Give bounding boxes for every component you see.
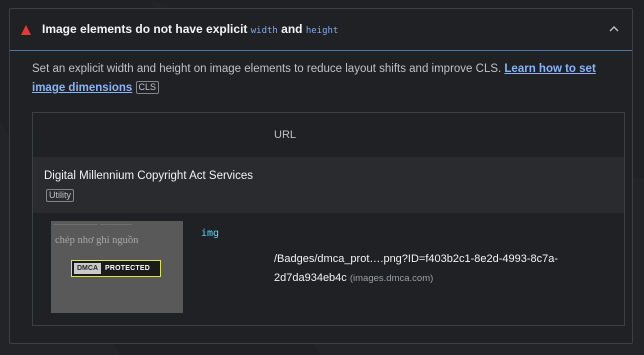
audit-description: Set an explicit width and height on imag…	[32, 60, 617, 98]
table-header: URL	[33, 113, 624, 157]
node-label[interactable]: img	[201, 228, 219, 239]
audit-title-and: and	[277, 22, 306, 36]
code-width: width	[250, 26, 278, 36]
audit-title-prefix: Image elements do not have explicit	[42, 22, 251, 36]
audit-header[interactable]: Image elements do not have explicit widt…	[10, 9, 632, 51]
url-domain: (images.dmca.com)	[349, 273, 434, 284]
details-table: URL Digital Millennium Copyright Act Ser…	[32, 112, 625, 326]
url-line-2: 2d7da934eb4c	[274, 272, 347, 284]
description-text: Set an explicit width and height on imag…	[32, 63, 505, 75]
code-height: height	[305, 26, 339, 36]
warning-triangle-icon	[21, 25, 31, 35]
url-line-1: /Badges/dmca_prot….png?ID=f403b2c1-8e2d-…	[274, 253, 559, 265]
thumbnail-caption: chép nhơ ghi nguồn	[55, 235, 139, 246]
image-thumbnail[interactable]: ─────── ───── chép nhơ ghi nguồn DMCA PR…	[51, 221, 183, 313]
entity-name: Digital Millennium Copyright Act Service…	[44, 170, 253, 182]
url-column-header: URL	[274, 129, 297, 141]
dmca-badge-left: DMCA	[74, 263, 101, 274]
chevron-up-icon[interactable]	[608, 23, 620, 35]
dmca-badge: DMCA PROTECTED	[71, 260, 161, 277]
entity-row: Digital Millennium Copyright Act Service…	[33, 157, 624, 213]
dmca-badge-right: PROTECTED	[105, 265, 150, 272]
audit-title: Image elements do not have explicit widt…	[42, 22, 338, 36]
resource-url[interactable]: /Badges/dmca_prot….png?ID=f403b2c1-8e2d-…	[274, 250, 614, 288]
thumbnail-faint-text: ─────── ─────	[53, 221, 133, 229]
metric-tag: CLS	[135, 81, 160, 94]
audit-panel: Image elements do not have explicit widt…	[9, 8, 633, 344]
table-row: ─────── ───── chép nhơ ghi nguồn DMCA PR…	[33, 213, 624, 325]
entity-category-badge: Utility	[46, 189, 74, 202]
